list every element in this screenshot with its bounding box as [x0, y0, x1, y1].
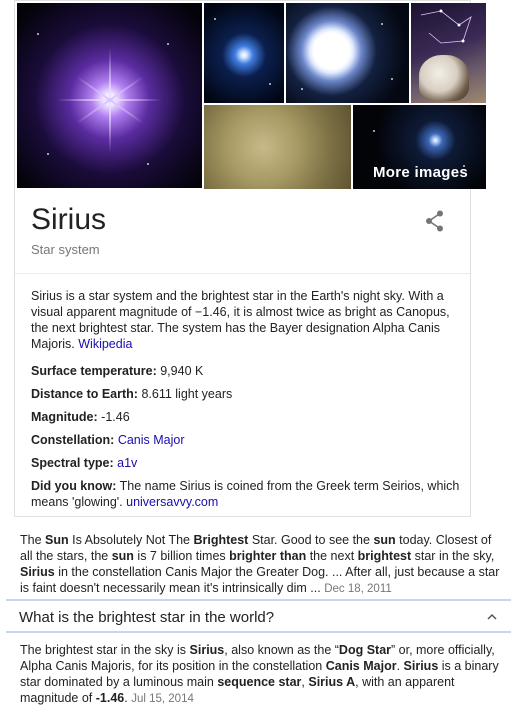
sirius-image-main[interactable] — [17, 3, 202, 188]
highlighted-term: Canis Major — [325, 659, 397, 673]
text-segment: Star. Good to see the — [248, 533, 374, 547]
more-images-label: More images — [373, 164, 468, 181]
fact-value: -1.46 — [101, 410, 130, 424]
fact-label: Magnitude: — [31, 410, 98, 424]
highlighted-term: Sirius — [189, 643, 225, 657]
fact-value: 8.611 light years — [141, 387, 233, 401]
fact-magnitude: Magnitude: -1.46 — [31, 409, 461, 425]
fact-surface-temperature: Surface temperature: 9,940 K — [31, 363, 461, 379]
highlighted-term: Sun — [45, 533, 69, 547]
share-button[interactable] — [424, 209, 446, 233]
highlighted-term: sun — [111, 549, 134, 563]
highlighted-term: sun — [373, 533, 396, 547]
sirius-image-constellation-dog[interactable] — [411, 3, 486, 103]
constellation-lines-icon — [420, 9, 472, 44]
text-segment: in the constellation Canis Major the Gre… — [20, 565, 500, 595]
answer-text: The brightest star in the sky is Sirius,… — [20, 643, 499, 705]
image-gallery: More images — [15, 1, 486, 189]
spectral-type-link[interactable]: a1v — [117, 456, 137, 470]
fact-label: Distance to Earth: — [31, 387, 138, 401]
fact-label: Constellation: — [31, 433, 115, 447]
text-segment: , also known as the “ — [224, 643, 339, 657]
highlighted-term: sequence star — [217, 675, 302, 689]
fact-value: 9,940 K — [160, 364, 204, 378]
highlighted-term: -1.46 — [95, 691, 125, 705]
highlighted-term: Sirius A — [308, 675, 356, 689]
did-you-know: Did you know: The name Sirius is coined … — [31, 478, 461, 510]
more-images-button[interactable]: More images — [353, 105, 486, 189]
snippet-date: Dec 18, 2011 — [324, 583, 392, 595]
text-segment: star in the sky, — [411, 549, 495, 563]
entity-subtitle: Star system — [31, 242, 100, 257]
entity-title: Sirius — [31, 203, 107, 236]
entity-header: Sirius Star system — [15, 189, 470, 274]
text-segment: the next — [306, 549, 358, 563]
highlighted-term: Dog Star — [338, 643, 392, 657]
constellation-link[interactable]: Canis Major — [118, 433, 185, 447]
highlighted-term: brightest — [357, 549, 412, 563]
highlighted-term: Brightest — [193, 533, 249, 547]
fact-label: Surface temperature: — [31, 364, 157, 378]
share-icon — [426, 210, 443, 232]
sirius-image-bright-star[interactable] — [286, 3, 409, 103]
facts-list: Surface temperature: 9,940 K Distance to… — [31, 363, 461, 510]
text-segment: The — [20, 533, 46, 547]
fact-distance-to-earth: Distance to Earth: 8.611 light years — [31, 386, 461, 402]
snippet-text: The Sun Is Absolutely Not The Brightest … — [20, 533, 499, 595]
text-segment: Is Absolutely Not The — [68, 533, 194, 547]
divider — [6, 599, 511, 601]
entity-description: Sirius is a star system and the brightes… — [31, 288, 459, 352]
fact-constellation: Constellation: Canis Major — [31, 432, 461, 448]
did-you-know-label: Did you know: — [31, 479, 117, 493]
highlighted-term: Sirius — [403, 659, 439, 673]
related-question-answer: The brightest star in the sky is Sirius,… — [20, 642, 505, 707]
divider — [6, 631, 511, 633]
related-question-toggle[interactable]: What is the brightest star in the world? — [6, 603, 511, 631]
text-segment: . — [396, 659, 404, 673]
text-segment: is 7 billion times — [133, 549, 230, 563]
sirius-image-map[interactable] — [204, 105, 351, 189]
sirius-image-blue-star[interactable] — [204, 3, 284, 103]
highlighted-term: brighter than — [229, 549, 307, 563]
fact-spectral-type: Spectral type: a1v — [31, 455, 461, 471]
answer-date: Jul 15, 2014 — [131, 693, 194, 705]
highlighted-term: Sirius — [20, 565, 55, 579]
knowledge-panel: More images Sirius Star system Sirius is… — [14, 0, 486, 517]
related-question-text: What is the brightest star in the world? — [19, 609, 275, 626]
wikipedia-link[interactable]: Wikipedia — [78, 337, 132, 351]
universavvy-link[interactable]: universavvy.com — [126, 495, 218, 509]
featured-snippet: The Sun Is Absolutely Not The Brightest … — [20, 532, 505, 597]
fact-label: Spectral type: — [31, 456, 114, 470]
dog-face-graphic — [419, 55, 469, 101]
chevron-up-icon — [487, 613, 497, 620]
text-segment: The brightest star in the sky is — [20, 643, 190, 657]
